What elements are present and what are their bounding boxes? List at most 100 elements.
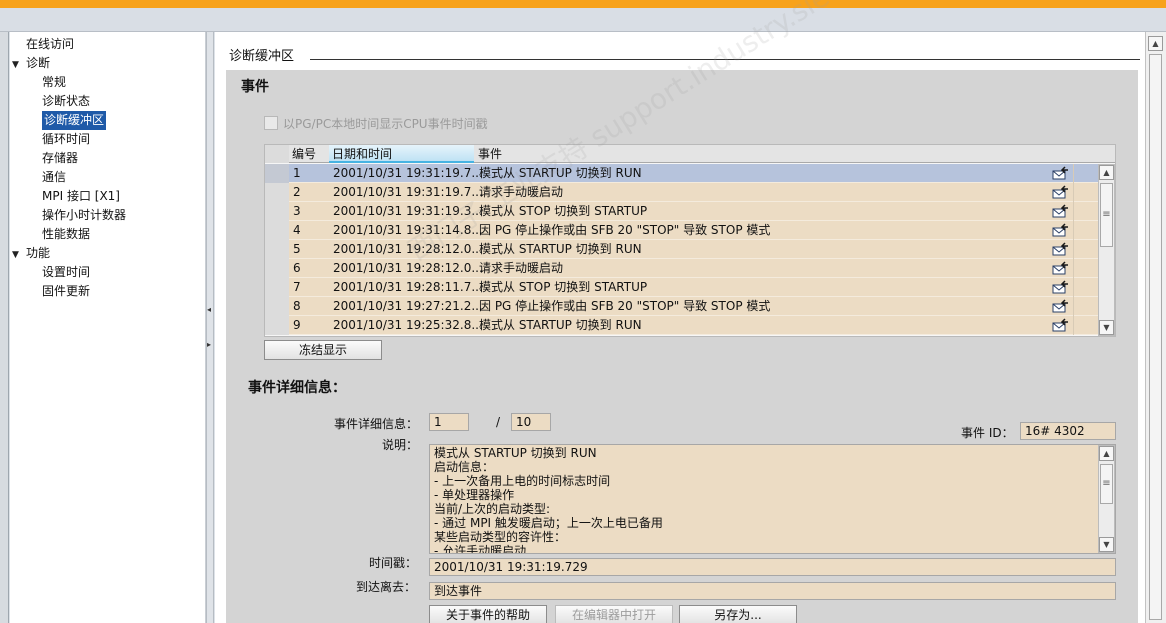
event-text-cell: 模式从 STARTUP 切换到 RUN [479,166,642,180]
local-time-checkbox-label: 以PG/PC本地时间显示CPU事件时间戳 [283,117,488,131]
event-text-cell: 模式从 STOP 切换到 STARTUP [479,280,648,294]
table-row[interactable]: 9 2001/10/31 19:25:32.8... 模式从 STARTUP 切换到… [265,316,1098,335]
tree-item[interactable]: ▼ 诊断 [12,54,50,75]
tree-item-label: 诊断状态 [42,94,91,108]
expand-toggle-icon[interactable]: ▼ [12,246,22,265]
tree-item-label: 常规 [42,75,67,89]
section-divider [310,59,1140,60]
tree-item-label: 功能 [26,246,51,260]
table-row[interactable]: 1 2001/10/31 19:31:19.7... 模式从 STARTUP 切换到… [265,164,1098,183]
table-row[interactable]: 5 2001/10/31 19:28:12.0... 模式从 STARTUP 切换到… [265,240,1098,259]
page-scrollbar[interactable]: ▲ [1145,32,1166,623]
event-datetime-cell: 2001/10/31 19:25:32.8... [333,318,483,332]
events-table: 编号 日期和时间 事件 1 2001/10/31 19:31:19.7... 模式从… [264,144,1116,337]
event-message-icon[interactable] [1052,299,1070,313]
tree-item-label: 循环时间 [42,132,91,146]
event-number-cell: 6 [293,261,301,275]
row-header-cell [265,316,289,335]
column-divider [1073,278,1074,297]
event-number-cell: 9 [293,318,301,332]
event-datetime-cell: 2001/10/31 19:31:19.3... [333,204,483,218]
event-text-cell: 模式从 STOP 切换到 STARTUP [479,204,648,218]
events-heading: 事件 [241,79,269,95]
row-header-cell [265,278,289,297]
event-message-icon[interactable] [1052,261,1070,275]
table-row[interactable]: 6 2001/10/31 19:28:12.0... 请求手动暖启动 [265,259,1098,278]
table-header: 编号 日期和时间 事件 [265,145,1115,163]
column-header-event[interactable]: 事件 [478,145,1048,163]
scroll-up-icon[interactable]: ▲ [1099,165,1114,180]
table-row[interactable]: 4 2001/10/31 19:31:14.8... 因 PG 停止操作或由 SFB… [265,221,1098,240]
title-accent-bar [0,0,1166,8]
section-title: 诊断缓冲区 [229,49,295,64]
table-body: 1 2001/10/31 19:31:19.7... 模式从 STARTUP 切换到… [265,164,1098,336]
column-header-datetime[interactable]: 日期和时间 [329,145,474,163]
scroll-down-icon[interactable]: ▼ [1099,320,1114,335]
tree-item-label: MPI 接口 [X1] [42,189,120,203]
description-line: 某些启动类型的容许性： [434,530,567,544]
table-row[interactable]: 7 2001/10/31 19:28:11.7... 模式从 STOP 切换到 ST… [265,278,1098,297]
tree-item[interactable]: ▼ 功能 [12,244,50,265]
event-message-icon[interactable] [1052,242,1070,256]
event-number-cell: 8 [293,299,301,313]
detail-counter-total: 10 [511,413,551,431]
desc-scroll-down-icon[interactable]: ▼ [1099,537,1114,552]
navigation-tree: 在线访问 ▼ 诊断 常规 诊断状态 诊断缓冲区 循环时间 存储器 通信 MPI 接口 [X1] 操作… [10,32,206,623]
column-header-number[interactable]: 编号 [292,145,328,163]
save-as-button[interactable]: 另存为... [679,605,797,623]
event-message-icon[interactable] [1052,318,1070,332]
expand-right-icon[interactable]: ▸ [207,340,213,349]
column-divider [1073,183,1074,202]
freeze-display-button[interactable]: 冻结显示 [264,340,382,360]
table-scrollbar[interactable]: ▲ ≡ ▼ [1098,164,1115,336]
description-scrollbar[interactable]: ▲ ≡ ▼ [1098,445,1115,553]
description-line: - 允许手动暖启动 [434,544,527,554]
arrival-label: 到达离去： [356,580,417,594]
table-row[interactable]: 3 2001/10/31 19:31:19.3... 模式从 STOP 切换到 ST… [265,202,1098,221]
description-line: - 单处理器操作 [434,488,515,502]
event-message-icon[interactable] [1052,185,1070,199]
event-help-button[interactable]: 关于事件的帮助 [429,605,547,623]
description-line: - 上一次备用上电的时间标志时间 [434,474,611,488]
event-details-heading: 事件详细信息： [248,380,346,396]
open-in-editor-button[interactable]: 在编辑器中打开 [555,605,673,623]
timestamp-value: 2001/10/31 19:31:19.729 [429,558,1116,576]
page-scroll-up-icon[interactable]: ▲ [1148,36,1163,51]
description-box[interactable]: 模式从 STARTUP 切换到 RUN 启动信息： - 上一次备用上电的时间标志时间… [429,444,1116,554]
event-datetime-cell: 2001/10/31 19:31:19.7... [333,166,483,180]
table-row[interactable]: 2 2001/10/31 19:31:19.7... 请求手动暖启动 [265,183,1098,202]
event-text-cell: 因 PG 停止操作或由 SFB 20 "STOP" 导致 STOP 模式 [479,299,771,313]
tree-item-label: 固件更新 [42,284,91,298]
panel-splitter[interactable] [206,32,214,623]
tree-item-label: 设置时间 [42,265,91,279]
row-header-cell [265,183,289,202]
detail-counter-label: 事件详细信息： [334,417,419,431]
event-message-icon[interactable] [1052,280,1070,294]
column-divider [1073,240,1074,259]
page-scroll-thumb[interactable] [1149,54,1162,620]
description-line: - 通过 MPI 触发暖启动；上一次上电已备用 [434,516,663,530]
event-message-icon[interactable] [1052,166,1070,180]
tree-item-label: 诊断缓冲区 [42,111,107,130]
left-collapsed-strip[interactable] [0,32,9,623]
local-time-checkbox[interactable] [264,116,278,130]
row-header-cell [265,240,289,259]
event-text-cell: 因 PG 停止操作或由 SFB 20 "STOP" 导致 STOP 模式 [479,223,771,237]
desc-scroll-up-icon[interactable]: ▲ [1099,446,1114,461]
table-row[interactable]: 8 2001/10/31 19:27:21.2... 因 PG 停止操作或由 SFB… [265,297,1098,316]
event-message-icon[interactable] [1052,204,1070,218]
description-label: 说明： [382,438,419,452]
event-number-cell: 2 [293,185,301,199]
row-header-cell [265,221,289,240]
event-message-icon[interactable] [1052,223,1070,237]
detail-counter-current[interactable]: 1 [429,413,469,431]
event-text-cell: 请求手动暖启动 [479,261,564,275]
event-datetime-cell: 2001/10/31 19:28:11.7... [333,280,483,294]
scroll-thumb[interactable]: ≡ [1100,183,1113,247]
column-divider [1073,259,1074,278]
event-text-cell: 请求手动暖启动 [479,185,564,199]
desc-scroll-thumb[interactable]: ≡ [1100,464,1113,504]
expand-toggle-icon[interactable]: ▼ [12,56,22,75]
event-datetime-cell: 2001/10/31 19:27:21.2... [333,299,483,313]
collapse-left-icon[interactable]: ◂ [207,305,213,314]
